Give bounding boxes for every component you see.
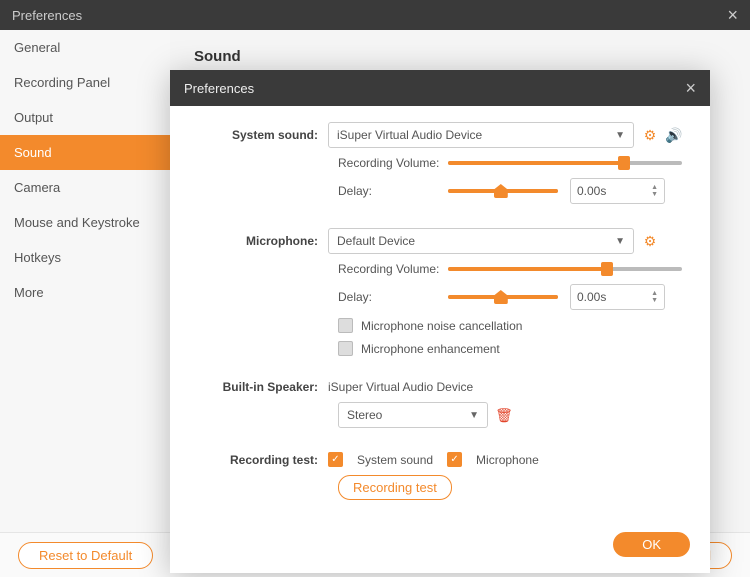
gear-icon[interactable]: ⚙ — [642, 233, 658, 249]
microphone-label: Microphone: — [198, 234, 328, 248]
mic-delay-slider[interactable] — [448, 295, 558, 299]
sidebar-item-general[interactable]: General — [0, 30, 170, 65]
modal-title: Preferences — [184, 81, 254, 96]
mic-delay-label: Delay: — [338, 290, 448, 304]
preferences-modal: Preferences × System sound: iSuper Virtu… — [170, 70, 710, 573]
close-icon[interactable]: × — [727, 5, 738, 26]
sidebar-item-mouse-keystroke[interactable]: Mouse and Keystroke — [0, 205, 170, 240]
test-mic-checkbox[interactable]: ✓ — [447, 452, 462, 467]
recording-test-button[interactable]: Recording test — [338, 475, 452, 500]
test-system-label: System sound — [357, 453, 433, 467]
window-title: Preferences — [12, 8, 82, 23]
page-title: Sound — [194, 48, 726, 65]
mic-volume-slider[interactable] — [448, 267, 682, 271]
recording-test-label: Recording test: — [198, 453, 328, 467]
microphone-device: Default Device — [337, 234, 415, 248]
modal-close-icon[interactable]: × — [685, 78, 696, 99]
sidebar: General Recording Panel Output Sound Cam… — [0, 30, 170, 532]
test-mic-label: Microphone — [476, 453, 539, 467]
enhancement-checkbox[interactable] — [338, 341, 353, 356]
sidebar-item-camera[interactable]: Camera — [0, 170, 170, 205]
system-volume-slider[interactable] — [448, 161, 682, 165]
system-delay-label: Delay: — [338, 184, 448, 198]
sidebar-item-recording-panel[interactable]: Recording Panel — [0, 65, 170, 100]
system-sound-device: iSuper Virtual Audio Device — [337, 128, 482, 142]
system-sound-select[interactable]: iSuper Virtual Audio Device ▼ — [328, 122, 634, 148]
spacer — [666, 233, 682, 249]
chevron-down-icon: ▼ — [615, 130, 625, 141]
system-delay-spinner[interactable]: 0.00s ▲▼ — [570, 178, 665, 204]
trash-icon[interactable]: 🗑 — [496, 407, 512, 423]
noise-cancel-checkbox[interactable] — [338, 318, 353, 333]
test-system-checkbox[interactable]: ✓ — [328, 452, 343, 467]
reset-default-button[interactable]: Reset to Default — [18, 542, 153, 569]
mic-delay-spinner[interactable]: 0.00s ▲▼ — [570, 284, 665, 310]
sidebar-item-sound[interactable]: Sound — [0, 135, 170, 170]
gear-icon[interactable]: ⚙ — [642, 127, 658, 143]
chevron-down-icon: ▼ — [469, 410, 479, 421]
chevron-down-icon: ▼ — [615, 236, 625, 247]
system-sound-label: System sound: — [198, 128, 328, 142]
microphone-select[interactable]: Default Device ▼ — [328, 228, 634, 254]
system-delay-slider[interactable] — [448, 189, 558, 193]
speaker-device: iSuper Virtual Audio Device — [328, 380, 473, 394]
sidebar-item-output[interactable]: Output — [0, 100, 170, 135]
mic-delay-value: 0.00s — [577, 290, 606, 304]
modal-ok-button[interactable]: OK — [613, 532, 690, 557]
mic-volume-label: Recording Volume: — [338, 262, 448, 276]
enhancement-label: Microphone enhancement — [361, 342, 500, 356]
system-volume-label: Recording Volume: — [338, 156, 448, 170]
noise-cancel-label: Microphone noise cancellation — [361, 319, 522, 333]
speaker-icon[interactable]: 🔊 — [666, 127, 682, 143]
speaker-mode: Stereo — [347, 408, 382, 422]
speaker-mode-select[interactable]: Stereo ▼ — [338, 402, 488, 428]
sidebar-item-more[interactable]: More — [0, 275, 170, 310]
sidebar-item-hotkeys[interactable]: Hotkeys — [0, 240, 170, 275]
system-delay-value: 0.00s — [577, 184, 606, 198]
speaker-label: Built-in Speaker: — [198, 380, 328, 394]
